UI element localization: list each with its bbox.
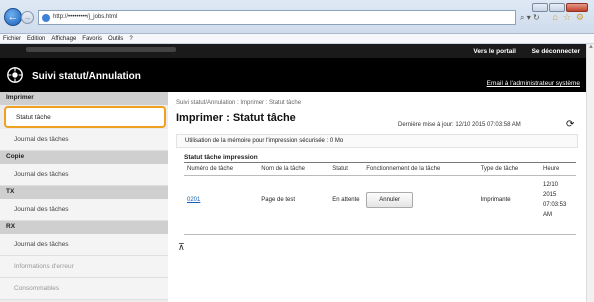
close-button[interactable] (566, 3, 588, 12)
print-job-table: Numéro de tâche Nom de la tâche Statut F… (184, 162, 576, 224)
sidebar-section-print: Imprimer (0, 92, 168, 105)
sidebar-item-tx-log[interactable]: Journal des tâches (0, 199, 168, 221)
col-time: Heure (540, 162, 576, 176)
address-url: http://•••••••••/j_jobs.html (53, 14, 118, 20)
col-job-type: Type de tâche (477, 162, 540, 176)
home-icon[interactable]: ⌂ (552, 12, 557, 23)
table-title: Statut tâche impression (184, 154, 258, 161)
sidebar-section-rx: RX (0, 221, 168, 234)
col-operation: Fonctionnement de la tâche (363, 162, 478, 176)
cancel-button[interactable]: Annuler (366, 192, 413, 208)
address-bar[interactable]: http://•••••••••/j_jobs.html (38, 10, 516, 25)
remote-ui-logo-icon (7, 67, 23, 83)
browser-chrome: ← → http://•••••••••/j_jobs.html ⌕ ▾ ↻ ⌂… (0, 0, 594, 34)
menu-view[interactable]: Affichage (51, 34, 76, 43)
minimize-button[interactable] (532, 3, 548, 12)
sidebar-item-print-log[interactable]: Journal des tâches (0, 129, 168, 151)
back-button[interactable]: ← (4, 8, 22, 26)
sidebar-item-copy-log[interactable]: Journal des tâches (0, 164, 168, 186)
address-tools[interactable]: ⌕ ▾ ↻ (520, 13, 540, 23)
job-status-cell: En attente (332, 197, 360, 203)
window-controls (531, 3, 588, 12)
table-header-row: Numéro de tâche Nom de la tâche Statut F… (184, 162, 576, 176)
page-title: Imprimer : Statut tâche (176, 112, 296, 124)
menu-tools[interactable]: Outils (108, 34, 123, 43)
menu-file[interactable]: Fichier (3, 34, 21, 43)
favorites-star-icon[interactable]: ☆ (563, 12, 571, 23)
logout-link[interactable]: Se déconnecter (532, 48, 580, 55)
sidebar-section-tx: TX (0, 186, 168, 199)
sidebar-section-copy: Copie (0, 151, 168, 164)
page-scrollbar[interactable]: ▲ (586, 44, 594, 302)
col-job-name: Nom de la tâche (258, 162, 330, 176)
job-time-cell: 12/10 2015 07:03:53 AM (543, 182, 567, 218)
job-operation-cell: Annuler (363, 176, 477, 225)
sidebar-item-consumables[interactable]: Consommables (0, 278, 168, 300)
scroll-up-icon[interactable]: ▲ (587, 44, 594, 52)
table-row: 0201 Page de test En attente Annuler Imp… (184, 176, 576, 225)
app-title: Suivi statut/Annulation (32, 71, 141, 82)
col-job-number: Numéro de tâche (184, 162, 259, 176)
sidebar-item-job-status[interactable]: Statut tâche (4, 106, 166, 128)
sidebar-item-rx-log[interactable]: Journal des tâches (0, 234, 168, 256)
app-header: Suivi statut/Annulation Email à l'admini… (0, 58, 586, 92)
refresh-icon[interactable]: ⟳ (566, 119, 574, 130)
last-update-text: Dernière mise à jour: 12/10 2015 07:03:5… (398, 122, 521, 128)
secure-print-memory: Utilisation de la mémoire pour l'impress… (176, 134, 578, 148)
app-top-bar: Vers le portail Se déconnecter (0, 44, 586, 58)
admin-email-link[interactable]: Email à l'administrateur système (487, 80, 580, 87)
sidebar-item-error-info[interactable]: Informations d'erreur (0, 256, 168, 278)
menu-bar: Fichier Edition Affichage Favoris Outils… (0, 34, 594, 44)
toolbar-icons: ⌂ ☆ ⚙ (552, 12, 584, 23)
scroll-to-top-icon[interactable]: ⊼ (178, 242, 185, 253)
menu-edit[interactable]: Edition (27, 34, 45, 43)
sidebar: Imprimer Statut tâche Journal des tâches… (0, 92, 168, 302)
job-name-cell: Page de test (261, 197, 295, 203)
breadcrumb: Suivi statut/Annulation : Imprimer : Sta… (176, 100, 302, 106)
forward-button[interactable]: → (21, 11, 34, 24)
table-divider (184, 234, 576, 235)
settings-gear-icon[interactable]: ⚙ (576, 12, 584, 23)
job-number-link[interactable]: 0201 (187, 197, 200, 203)
page-favicon-icon (42, 14, 50, 22)
menu-help[interactable]: ? (129, 34, 132, 43)
maximize-button[interactable] (549, 3, 565, 12)
menu-favorites[interactable]: Favoris (82, 34, 102, 43)
job-type-cell: Imprimante (480, 197, 511, 203)
col-status: Statut (329, 162, 364, 176)
job-number-cell: 0201 (184, 176, 258, 225)
portal-link[interactable]: Vers le portail (473, 48, 516, 55)
device-name-redacted (26, 47, 176, 52)
